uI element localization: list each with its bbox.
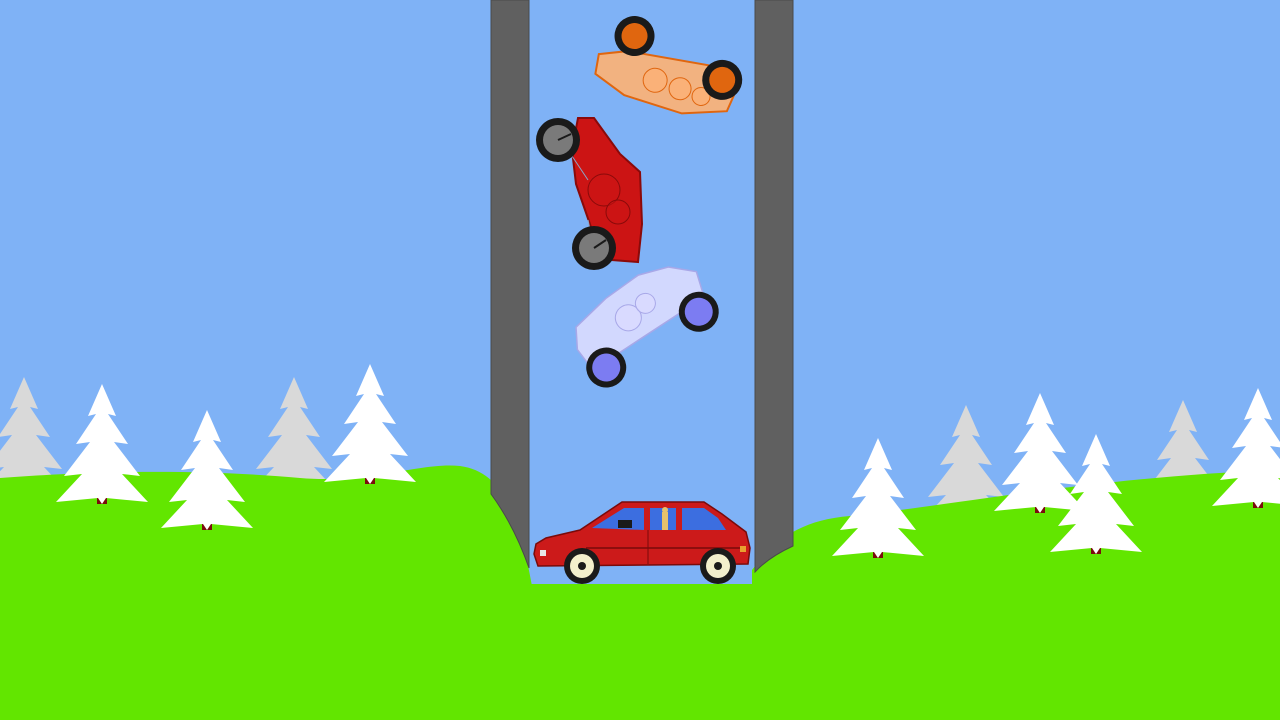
game-scene — [0, 0, 1280, 720]
left-hill — [0, 465, 532, 720]
wheel — [572, 226, 616, 270]
shaft-floor — [520, 584, 770, 720]
driver-figure — [662, 512, 668, 530]
wheel — [564, 548, 600, 584]
wheel — [536, 118, 580, 162]
right-pillar — [754, 0, 794, 574]
wheel — [700, 548, 736, 584]
left-pillar — [490, 0, 530, 569]
